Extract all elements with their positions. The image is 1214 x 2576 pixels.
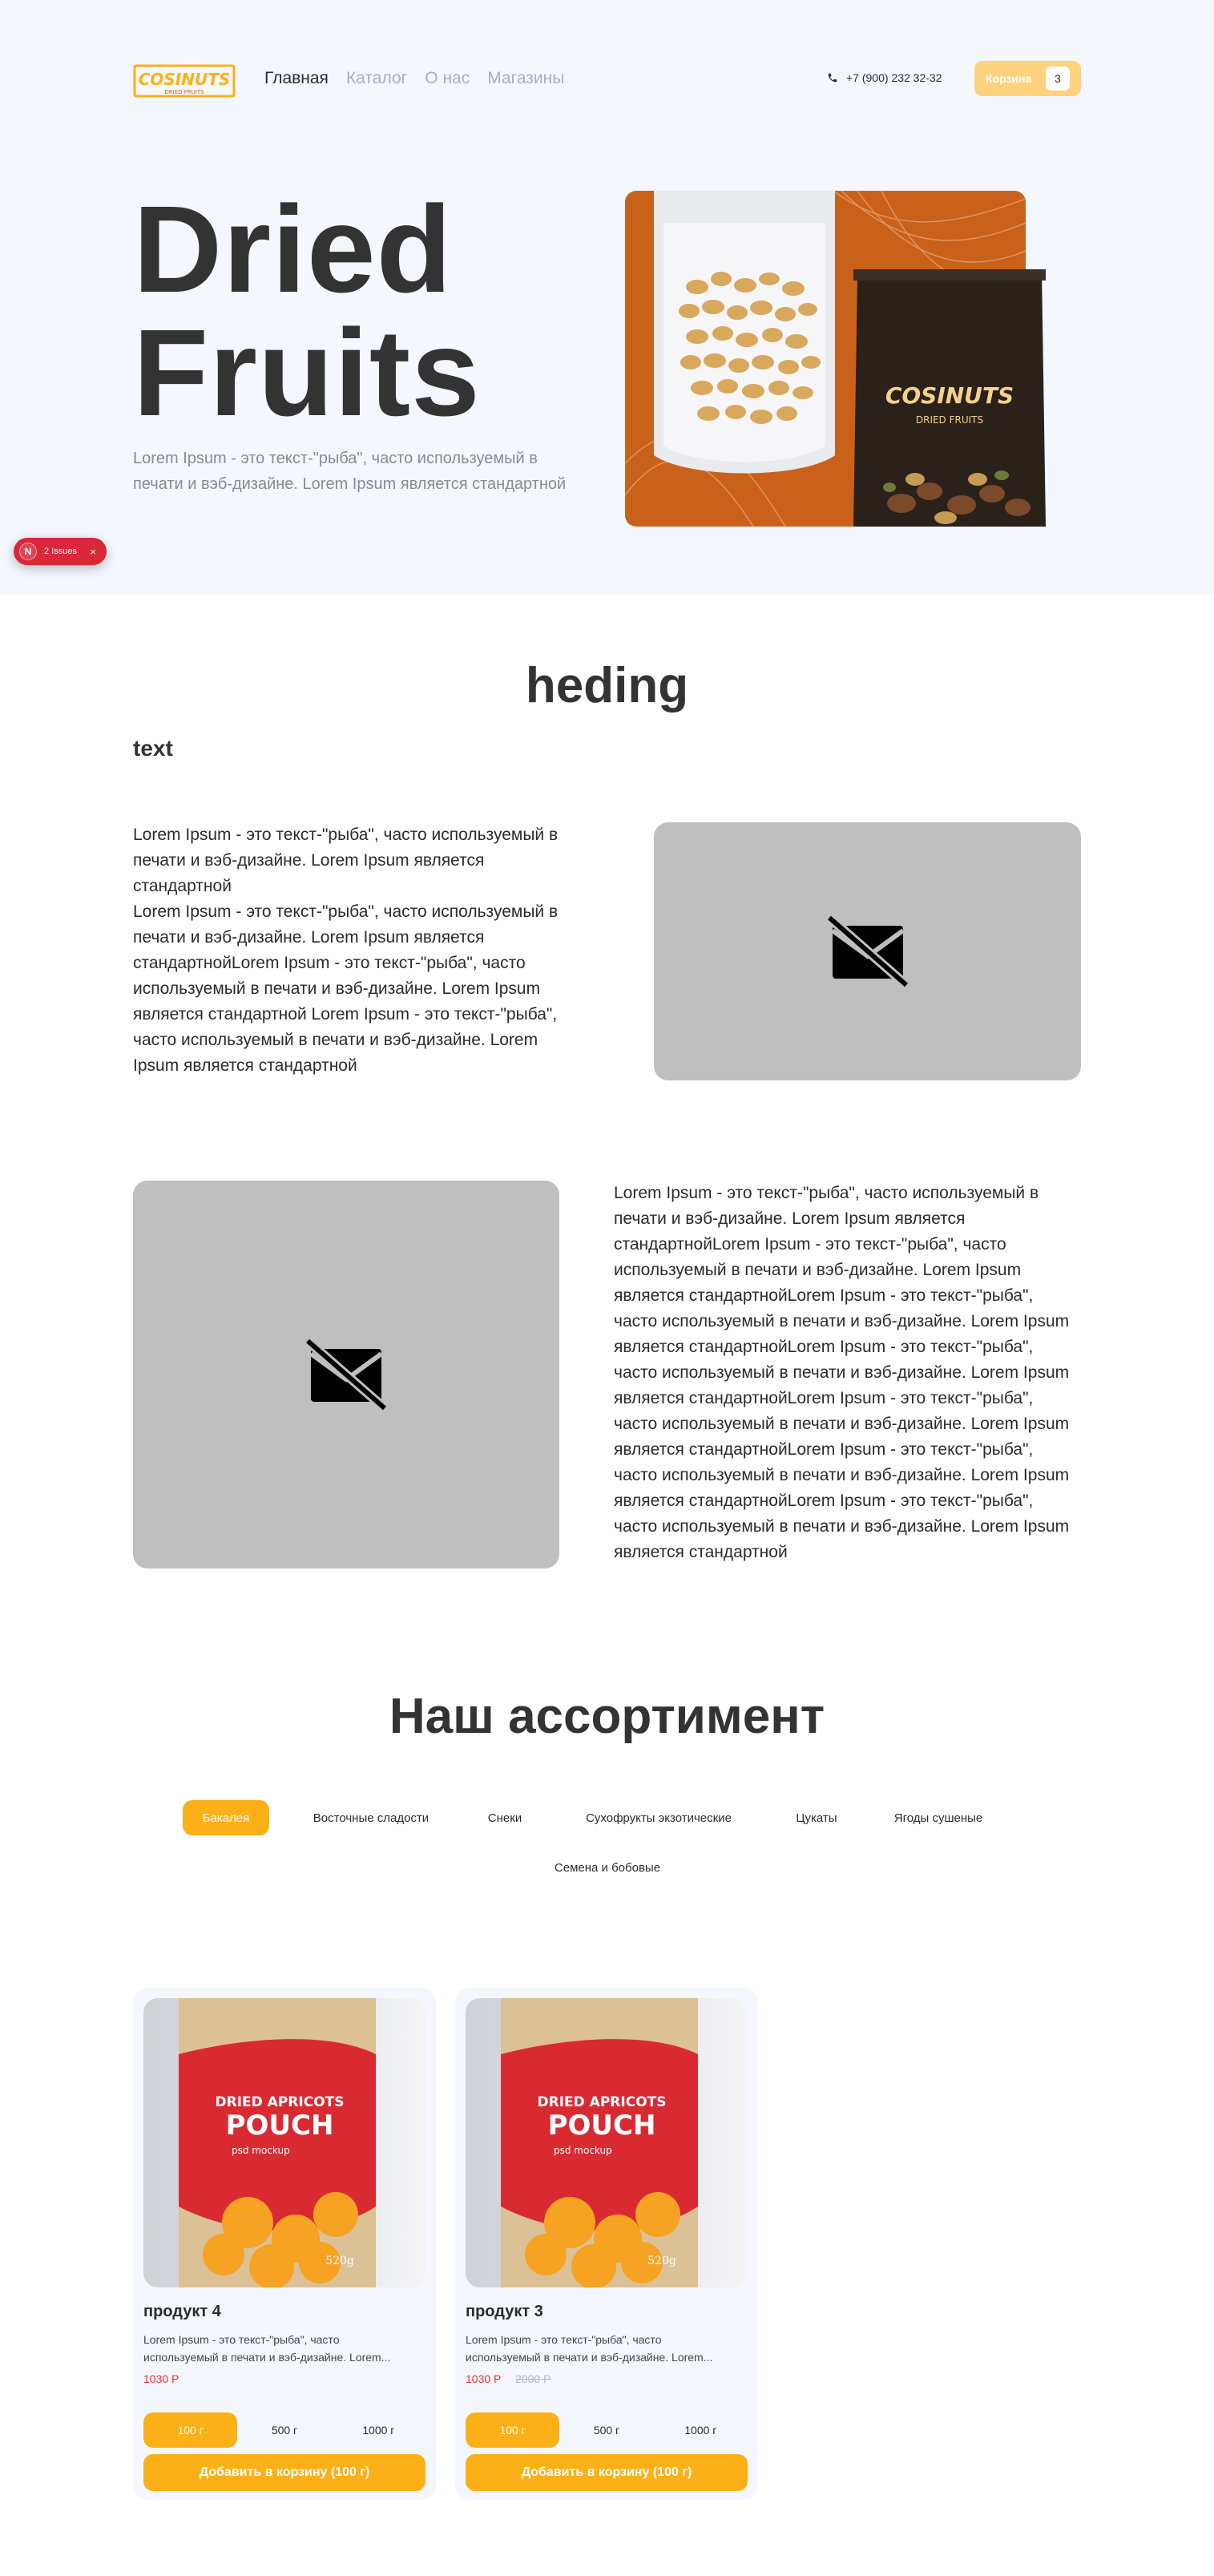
svg-text:DRIED FRUITS: DRIED FRUITS	[916, 414, 983, 426]
product-card: DRIED APRICOTS POUCH psd mockup 520g про…	[133, 1988, 436, 2500]
product-description: Lorem Ipsum - это текст-"рыба", часто ис…	[143, 2333, 391, 2364]
product-name[interactable]: продукт 3	[466, 2303, 543, 2321]
nav-catalog[interactable]: Каталог	[346, 69, 407, 88]
text-block-1-a: Lorem Ipsum - это текст-"рыба", часто ис…	[133, 826, 559, 895]
text-block-1-b: Lorem Ipsum - это текст-"рыба", часто ис…	[133, 902, 559, 1075]
logo[interactable]: COSINUTS DRIED FRUITS	[133, 61, 236, 99]
assortment-heading: Наш ассортимент	[389, 1689, 825, 1744]
weight-selector: 100 г 500 г 1000 г	[143, 2412, 426, 2448]
cart-button[interactable]: Корзина 3	[974, 61, 1081, 96]
svg-text:DRIED APRICOTS: DRIED APRICOTS	[216, 2094, 345, 2110]
cart-count: 3	[1046, 67, 1070, 91]
svg-text:COSINUTS: COSINUTS	[885, 382, 1014, 409]
nav-stores[interactable]: Магазины	[487, 69, 564, 88]
svg-text:520g: 520g	[325, 2255, 354, 2267]
text-block-2: Lorem Ipsum - это текст-"рыба", часто ис…	[614, 1184, 1070, 1561]
weight-option-100[interactable]: 100 г	[466, 2412, 560, 2448]
weight-option-100[interactable]: 100 г	[143, 2412, 238, 2448]
product-image[interactable]: DRIED APRICOTS POUCH psd mockup 520g	[466, 1998, 748, 2287]
section-subtext: text	[133, 736, 173, 761]
image-placeholder-2	[133, 1181, 559, 1569]
hero-description: Lorem Ipsum - это текст-"рыба", часто ис…	[133, 450, 567, 493]
main-nav: Главная Каталог О нас Магазины	[264, 69, 564, 88]
hero-title-line2: Fruits	[133, 304, 481, 442]
issues-label: 2 Issues	[44, 547, 77, 556]
add-to-cart-button[interactable]: Добавить в корзину (100 г)	[143, 2454, 426, 2491]
issues-logo-icon: N	[19, 543, 37, 560]
cart-label: Корзина	[986, 72, 1032, 85]
nav-about[interactable]: О нас	[425, 69, 470, 88]
issues-badge[interactable]: N 2 Issues ×	[14, 538, 107, 565]
product-price: 1030 Р	[143, 2372, 179, 2385]
weight-option-500[interactable]: 500 г	[559, 2412, 653, 2448]
product-card: DRIED APRICOTS POUCH psd mockup 520g про…	[455, 1988, 758, 2500]
weight-selector: 100 г 500 г 1000 г	[466, 2412, 748, 2448]
category-tsukaty[interactable]: Цукаты	[780, 1800, 853, 1835]
hero-title-line1: Dried	[133, 180, 453, 318]
phone-icon	[828, 73, 837, 83]
product-name[interactable]: продукт 4	[143, 2303, 221, 2321]
image-placeholder-1	[654, 822, 1081, 1080]
svg-text:DRIED APRICOTS: DRIED APRICOTS	[538, 2094, 667, 2110]
svg-text:psd mockup: psd mockup	[554, 2145, 612, 2156]
weight-option-500[interactable]: 500 г	[237, 2412, 331, 2448]
add-to-cart-button[interactable]: Добавить в корзину (100 г)	[466, 2454, 748, 2491]
weight-option-1000[interactable]: 1000 г	[654, 2412, 748, 2448]
weight-option-1000[interactable]: 1000 г	[332, 2412, 426, 2448]
close-icon[interactable]: ×	[90, 546, 96, 558]
section-heading: heding	[525, 658, 689, 713]
hero-title: Dried Fruits	[133, 188, 481, 434]
no-image-icon	[305, 1338, 388, 1411]
svg-text:DRIED FRUITS: DRIED FRUITS	[164, 89, 204, 95]
product-price: 1030 Р	[466, 2372, 502, 2385]
hero-section: COSINUTS DRIED FRUITS Главная Каталог О …	[0, 0, 1214, 595]
text-block-1: Lorem Ipsum - это текст-"рыба", часто ис…	[133, 822, 582, 1079]
category-exotic-dried-fruits[interactable]: Сухофрукты экзотические	[563, 1800, 755, 1835]
svg-text:POUCH: POUCH	[226, 2110, 334, 2142]
category-sneki[interactable]: Снеки	[473, 1800, 537, 1835]
category-bakaleya[interactable]: Бакалея	[183, 1800, 269, 1835]
category-dried-berries[interactable]: Ягоды сушеные	[878, 1800, 998, 1835]
phone-link[interactable]: +7 (900) 232 32-32	[827, 71, 942, 84]
product-old-price: 2000 Р	[515, 2372, 551, 2385]
hero-product-image: COSINUTS DRIED FRUITS	[625, 191, 1046, 527]
svg-text:psd mockup: psd mockup	[232, 2145, 290, 2156]
category-seeds-beans[interactable]: Семена и бобовые	[527, 1850, 688, 1885]
svg-text:COSINUTS: COSINUTS	[139, 70, 231, 89]
nav-home[interactable]: Главная	[264, 69, 329, 88]
no-image-icon	[825, 915, 909, 988]
product-description: Lorem Ipsum - это текст-"рыба", часто ис…	[466, 2333, 713, 2364]
product-image[interactable]: DRIED APRICOTS POUCH psd mockup 520g	[143, 1998, 426, 2287]
site-header: COSINUTS DRIED FRUITS Главная Каталог О …	[133, 61, 1081, 99]
svg-text:POUCH: POUCH	[548, 2110, 656, 2142]
svg-text:520g: 520g	[647, 2255, 676, 2267]
phone-number: +7 (900) 232 32-32	[846, 71, 942, 84]
category-vostochnye-sladosti[interactable]: Восточные сладости	[295, 1800, 447, 1835]
